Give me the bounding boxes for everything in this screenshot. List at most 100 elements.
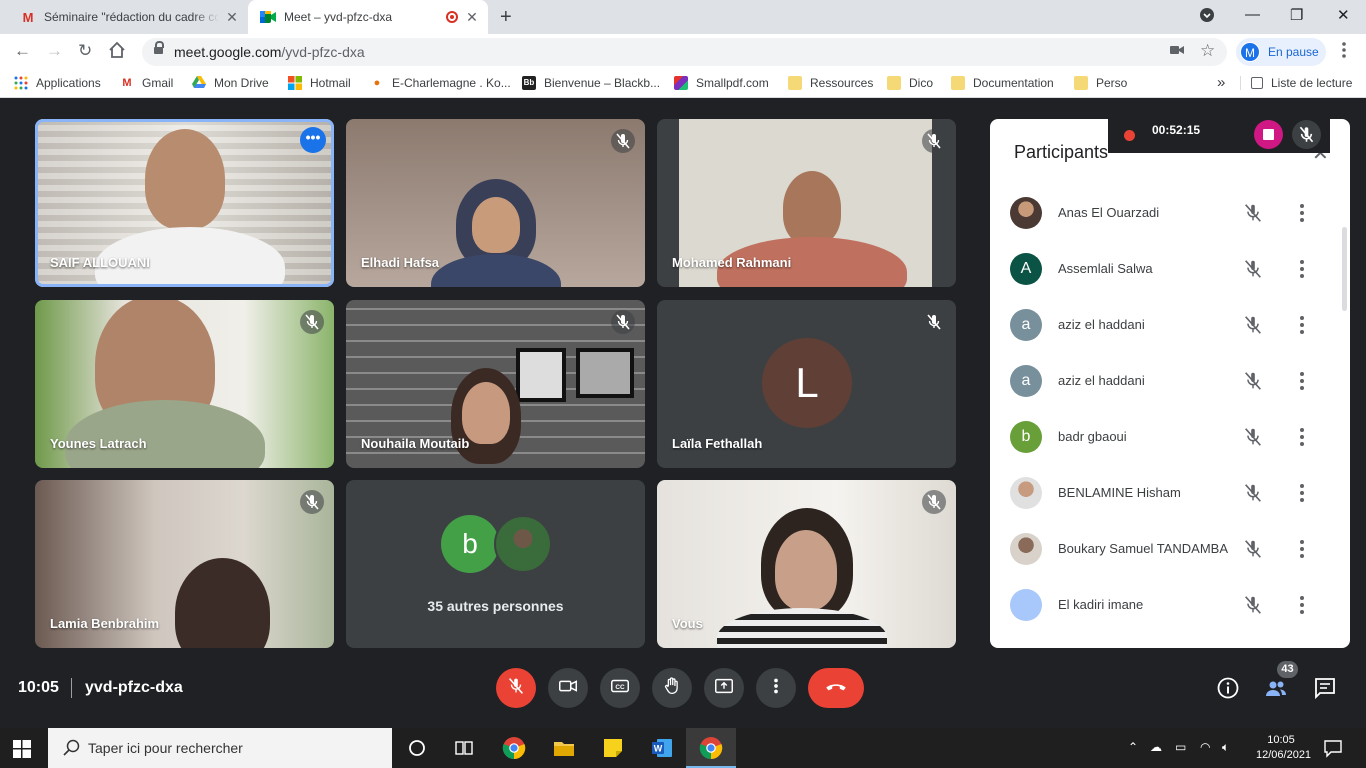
chrome-icon[interactable] <box>502 736 526 760</box>
present-screen-button[interactable] <box>704 668 744 708</box>
participant-row[interactable]: b badr gbaoui <box>990 409 1350 465</box>
more-options-icon[interactable] <box>1296 595 1308 615</box>
bookmark-star-icon[interactable]: ☆ <box>1200 41 1215 61</box>
toggle-mic-button[interactable] <box>496 668 536 708</box>
bookmark-gmail[interactable]: M Gmail <box>120 76 173 90</box>
recording-timer: 00:52:15 <box>1152 123 1201 137</box>
bookmark-folder-documentation[interactable]: Documentation <box>951 76 1054 90</box>
participant-row[interactable]: A Assemlali Salwa <box>990 241 1350 297</box>
new-tab-button[interactable]: + <box>500 7 512 27</box>
show-hidden-icons-icon[interactable]: ⌃ <box>1128 740 1138 754</box>
sticky-notes-icon[interactable] <box>601 736 625 760</box>
bookmark-echarlemagne[interactable]: ● E-Charlemagne . Ko... <box>370 76 511 90</box>
reading-list-icon <box>1251 77 1263 89</box>
captions-button[interactable]: CC <box>600 668 640 708</box>
system-clock[interactable]: 10:05 12/06/2021 <box>1256 733 1311 763</box>
self-video-tile[interactable]: Vous <box>657 480 956 648</box>
video-tile[interactable]: Nouhaila Moutaib <box>346 300 645 468</box>
browser-menu-icon[interactable] <box>1342 41 1346 61</box>
hang-up-icon <box>823 673 849 704</box>
participant-row[interactable]: El kadiri imane <box>990 577 1350 633</box>
more-options-icon[interactable] <box>1296 483 1308 503</box>
bookmark-blackboard[interactable]: Bb Bienvenue – Blackb... <box>522 76 660 90</box>
tab-search-icon[interactable] <box>1200 8 1214 26</box>
svg-text:W: W <box>654 744 663 754</box>
more-options-icon[interactable] <box>1296 315 1308 335</box>
participant-row[interactable]: Boukary Samuel TANDAMBA <box>990 521 1350 577</box>
tab-gmail[interactable]: M Séminaire "rédaction du cadre co ✕ <box>12 0 248 34</box>
bookmark-hotmail[interactable]: Hotmail <box>288 76 351 90</box>
reading-list-button[interactable]: Liste de lecture <box>1240 76 1352 90</box>
apps-grid-icon <box>14 76 28 90</box>
meeting-details-icon[interactable] <box>1216 676 1240 700</box>
windows-start-icon[interactable] <box>13 740 31 758</box>
tab-close-icon[interactable]: ✕ <box>464 9 480 25</box>
camera-permission-icon[interactable] <box>1170 43 1184 59</box>
tab-close-icon[interactable]: ✕ <box>224 9 240 25</box>
participants-panel: Participants ✕ Anas El Ouarzadi A Asseml… <box>990 119 1350 648</box>
raise-hand-button[interactable] <box>652 668 692 708</box>
volume-icon[interactable]: 🔈︎ <box>1222 740 1229 755</box>
mute-recording-mic-button[interactable] <box>1292 120 1321 149</box>
tab-title: Séminaire "rédaction du cadre co <box>44 10 219 24</box>
more-options-button[interactable] <box>756 668 796 708</box>
video-tile[interactable]: L Laïla Fethallah <box>657 300 956 468</box>
stop-recording-button[interactable] <box>1254 120 1283 149</box>
avatar <box>1010 533 1042 565</box>
participant-body <box>717 608 887 648</box>
forward-icon[interactable]: → <box>46 42 63 60</box>
tab-meet[interactable]: Meet – yvd-pfzc-dxa ✕ <box>248 0 488 34</box>
bookmark-drive[interactable]: Mon Drive <box>192 76 269 90</box>
more-options-icon[interactable] <box>1296 203 1308 223</box>
gmail-icon: M <box>122 77 132 89</box>
taskbar-search[interactable]: Taper ici pour rechercher <box>48 728 392 768</box>
bookmark-smallpdf[interactable]: Smallpdf.com <box>674 76 769 90</box>
bookmark-apps[interactable]: Applications <box>14 76 101 90</box>
word-icon[interactable]: W <box>650 736 674 760</box>
battery-icon[interactable]: ▭ <box>1175 740 1186 754</box>
file-explorer-icon[interactable] <box>552 736 576 760</box>
profile-button[interactable]: M En pause <box>1236 38 1326 66</box>
participant-row[interactable]: a aziz el haddani <box>990 353 1350 409</box>
avatar <box>1010 477 1042 509</box>
more-options-icon[interactable] <box>1296 539 1308 559</box>
video-tile[interactable]: Elhadi Hafsa <box>346 119 645 287</box>
hand-icon <box>661 675 683 702</box>
address-bar[interactable]: meet.google.com/yvd-pfzc-dxa ☆ <box>142 38 1227 66</box>
avatar <box>494 515 552 573</box>
maximize-icon[interactable]: ❐ <box>1290 6 1303 24</box>
participant-row[interactable]: BENLAMINE Hisham <box>990 465 1350 521</box>
home-icon[interactable] <box>108 41 126 63</box>
notifications-icon[interactable] <box>1323 738 1343 758</box>
others-tile[interactable]: b 35 autres personnes <box>346 480 645 648</box>
chat-icon[interactable] <box>1313 676 1337 700</box>
toggle-camera-button[interactable] <box>548 668 588 708</box>
video-tile[interactable]: Lamia Benbrahim <box>35 480 334 648</box>
more-options-icon[interactable] <box>1296 259 1308 279</box>
bookmark-folder-ressources[interactable]: Ressources <box>788 76 873 90</box>
leave-call-button[interactable] <box>808 668 864 708</box>
bookmark-folder-perso[interactable]: Perso <box>1074 76 1127 90</box>
bookmarks-overflow-button[interactable]: » <box>1217 74 1225 91</box>
onedrive-icon[interactable]: ☁ <box>1150 740 1162 754</box>
reload-icon[interactable]: ↻ <box>78 42 92 60</box>
participant-row[interactable]: Anas El Ouarzadi <box>990 185 1350 241</box>
task-view-icon[interactable] <box>452 736 476 760</box>
back-icon[interactable]: ← <box>14 42 31 60</box>
more-options-icon[interactable] <box>1296 371 1308 391</box>
video-tile[interactable]: Mohamed Rahmani <box>657 119 956 287</box>
more-options-icon[interactable] <box>1296 427 1308 447</box>
bookmark-folder-dico[interactable]: Dico <box>887 76 933 90</box>
minimize-icon[interactable]: — <box>1245 6 1260 23</box>
participants-icon[interactable] <box>1264 676 1288 700</box>
tile-more-options-button[interactable]: ••• <box>300 127 326 153</box>
close-window-icon[interactable]: ✕ <box>1337 6 1350 24</box>
chrome-icon[interactable] <box>699 736 723 760</box>
scrollbar[interactable] <box>1342 227 1347 311</box>
participant-row[interactable]: a aziz el haddani <box>990 297 1350 353</box>
video-tile[interactable]: ••• SAIF ALLOUANI <box>35 119 334 287</box>
mic-off-icon <box>1242 370 1264 392</box>
video-tile[interactable]: Younes Latrach <box>35 300 334 468</box>
cortana-icon[interactable] <box>405 736 429 760</box>
wifi-icon[interactable]: ◠ <box>1200 740 1210 754</box>
